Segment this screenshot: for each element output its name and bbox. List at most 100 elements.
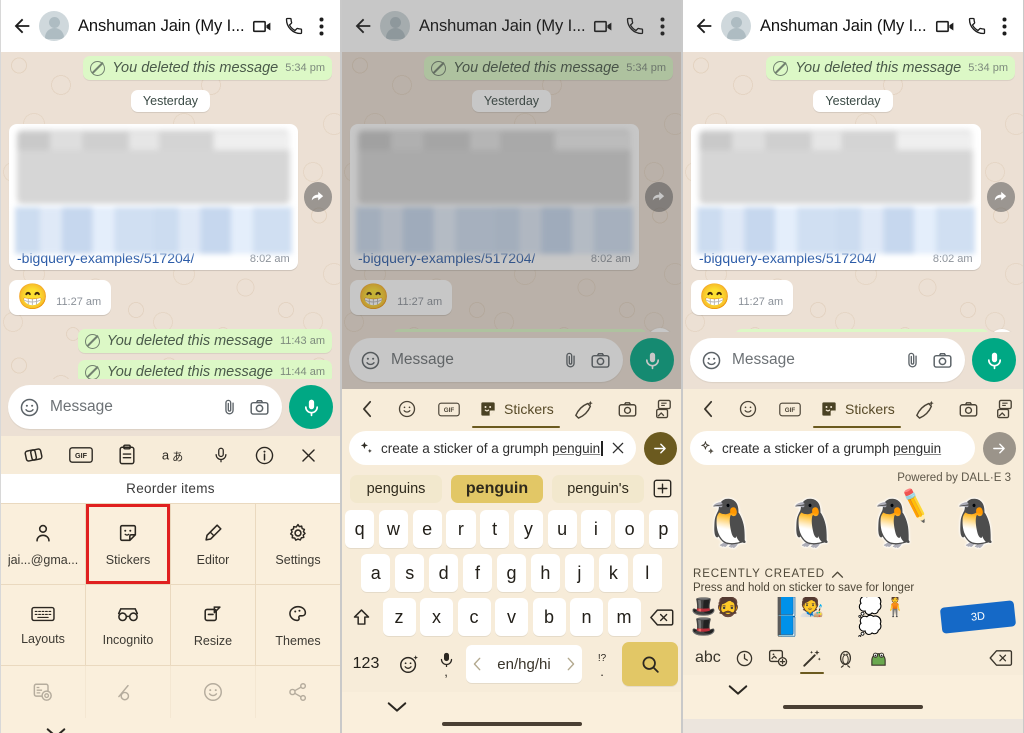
recent-sticker[interactable]: 💭🧍💭 <box>858 597 931 637</box>
sticker-result[interactable]: 🐧 <box>943 490 1009 556</box>
emoji-message-bubble[interactable]: 😁 11:27 am <box>691 280 794 315</box>
message-row[interactable]: -bigquery-examples/517204/ 8:02 am <box>1 124 340 270</box>
recent-sticker[interactable]: 📘🧑‍🎨📘 <box>774 597 847 637</box>
message-row[interactable]: 😁 11:27 am <box>1 280 340 315</box>
phone-call-icon[interactable] <box>621 12 649 40</box>
grid-item-layouts[interactable]: Layouts <box>1 585 86 665</box>
clipboard-stack-icon[interactable] <box>23 444 45 466</box>
message-row[interactable]: You deleted this message 11:43 am <box>1 329 340 353</box>
paperclip-icon[interactable] <box>220 398 239 417</box>
chevron-down-icon[interactable] <box>727 683 749 697</box>
camera-icon[interactable] <box>249 397 270 418</box>
voice-record-button[interactable] <box>972 338 1016 382</box>
key-z[interactable]: z <box>382 598 416 636</box>
key-j[interactable]: j <box>564 554 595 592</box>
chat-messages[interactable]: You deleted this message 5:34 pm Yesterd… <box>683 52 1023 332</box>
clipboard-icon[interactable] <box>117 444 137 466</box>
translate-icon[interactable]: aあ <box>161 445 187 465</box>
key-punctuation[interactable]: !? . <box>587 645 617 683</box>
avatar[interactable] <box>380 11 410 41</box>
key-c[interactable]: c <box>457 598 491 636</box>
chevron-up-icon[interactable] <box>831 570 844 579</box>
key-v[interactable]: v <box>495 598 528 636</box>
sticker-result[interactable]: 🐧 ✏️ <box>861 486 934 556</box>
message-row[interactable]: You deleted this message 5:34 pm <box>1 52 340 80</box>
grid-item-handwriting[interactable] <box>86 666 171 718</box>
recent-sticker[interactable]: 🎩🧔🎩 <box>691 597 764 637</box>
key-m[interactable]: m <box>607 598 641 636</box>
message-row[interactable]: You deleted this message 5:34 pm <box>342 52 681 80</box>
arrow-back-icon[interactable] <box>350 13 376 39</box>
arrow-back-icon[interactable] <box>9 13 35 39</box>
abc-switch-button[interactable]: abc <box>695 649 721 667</box>
key-w[interactable]: w <box>378 510 408 548</box>
more-vert-icon[interactable] <box>995 12 1013 40</box>
grid-item-stickers[interactable]: Stickers <box>86 504 171 584</box>
video-call-icon[interactable] <box>931 12 959 40</box>
tab-magic-sticker[interactable] <box>903 389 947 429</box>
emoji-message-bubble[interactable]: 😁 11:27 am <box>350 280 453 315</box>
key-space[interactable]: en/hg/hi <box>466 645 582 683</box>
tab-media-more[interactable] <box>650 389 676 429</box>
sticker-result[interactable]: 🐧 <box>697 490 763 556</box>
key-h[interactable]: h <box>530 554 561 592</box>
grid-item-share[interactable] <box>256 666 340 718</box>
message-row[interactable]: 😁 11:27 am <box>683 280 1023 315</box>
emoji-smiley-icon[interactable] <box>701 350 722 371</box>
key-o[interactable]: o <box>615 510 645 548</box>
chevron-down-icon[interactable] <box>45 726 67 733</box>
grid-item-settings[interactable]: Settings <box>256 504 340 584</box>
tab-emoji[interactable] <box>386 389 428 429</box>
key-t[interactable]: t <box>480 510 510 548</box>
grid-item-incognito[interactable]: Incognito <box>86 585 171 665</box>
arrow-back-icon[interactable] <box>691 13 717 39</box>
backspace-icon[interactable] <box>645 598 678 636</box>
penguin-sticker-icon[interactable] <box>836 648 855 668</box>
message-input-field[interactable]: Message <box>8 385 282 429</box>
forward-arrow-icon[interactable] <box>986 182 1015 212</box>
key-numeric-switch[interactable]: 123 <box>345 645 387 683</box>
camera-icon[interactable] <box>590 350 611 371</box>
phone-call-icon[interactable] <box>280 12 308 40</box>
message-row[interactable]: You deleted this message 11:44 am <box>1 360 340 379</box>
link-message-bubble[interactable]: -bigquery-examples/517204/ 8:02 am <box>9 124 298 270</box>
add-sticker-icon[interactable] <box>768 648 788 668</box>
sticker-prompt-input[interactable]: create a sticker of a grumph penguin <box>690 431 975 465</box>
forward-arrow-icon[interactable] <box>644 182 673 212</box>
message-row[interactable]: -bigquery-examples/517204/ 8:02 am <box>342 124 681 270</box>
grid-item-account[interactable]: jai...@gma... <box>1 504 86 584</box>
paperclip-icon[interactable] <box>561 351 580 370</box>
sticker-generate-button[interactable] <box>643 431 677 465</box>
key-e[interactable]: e <box>412 510 442 548</box>
deleted-message-bubble[interactable]: You deleted this message 5:34 pm <box>424 56 673 80</box>
link-message-bubble[interactable]: -bigquery-examples/517204/ 8:02 am <box>691 124 981 270</box>
sticker-generate-button[interactable] <box>983 431 1016 465</box>
voice-record-button[interactable] <box>630 338 674 382</box>
chevron-left-icon[interactable] <box>689 389 727 429</box>
shift-up-icon[interactable] <box>345 598 378 636</box>
recent-sticker[interactable]: 3D <box>939 600 1017 634</box>
key-i[interactable]: i <box>581 510 611 548</box>
grid-item-resize[interactable]: Resize <box>171 585 256 665</box>
suggestion-chip[interactable]: penguin's <box>552 474 644 503</box>
grid-item-editor[interactable]: Editor <box>171 504 256 584</box>
chevron-left-icon[interactable] <box>472 657 483 671</box>
phone-call-icon[interactable] <box>963 12 991 40</box>
emoji-smiley-icon[interactable] <box>19 397 40 418</box>
tab-gif[interactable]: GIF <box>769 389 811 429</box>
link-message-bubble[interactable]: -bigquery-examples/517204/ 8:02 am <box>350 124 639 270</box>
backspace-icon[interactable] <box>989 649 1013 667</box>
gif-icon[interactable]: GIF <box>69 446 94 464</box>
key-f[interactable]: f <box>462 554 493 592</box>
grid-item-themes[interactable]: Themes <box>256 585 340 665</box>
clock-icon[interactable] <box>735 649 754 668</box>
emoji-sparkle-icon[interactable] <box>392 645 426 683</box>
tab-camera[interactable] <box>947 389 991 429</box>
deleted-message-bubble[interactable]: You deleted this message 5:34 pm <box>83 56 332 80</box>
more-vert-icon[interactable] <box>312 12 330 40</box>
tab-stickers[interactable]: Stickers <box>811 389 903 429</box>
emoji-message-bubble[interactable]: 😁 11:27 am <box>9 280 112 315</box>
plus-box-icon[interactable] <box>653 479 673 499</box>
suggestion-chip[interactable]: penguins <box>350 474 442 503</box>
forward-arrow-icon[interactable] <box>303 182 332 212</box>
